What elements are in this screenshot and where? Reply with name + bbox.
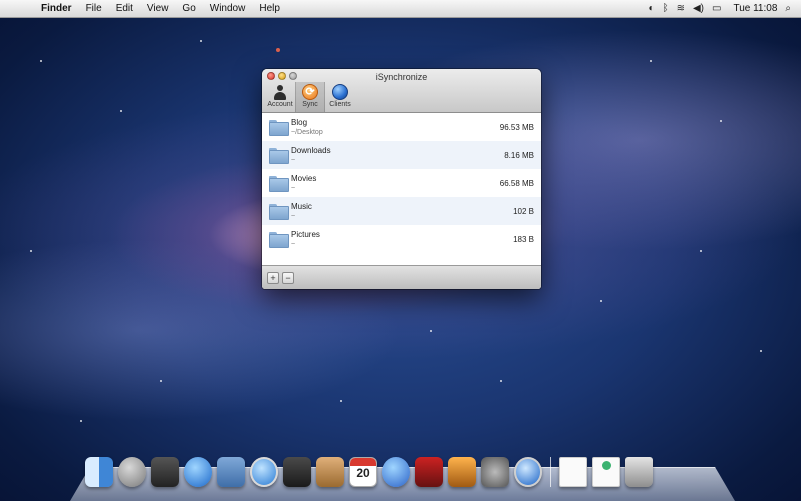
finder-icon[interactable] [85,457,113,487]
person-icon [272,84,288,100]
download-document-icon[interactable] [592,457,620,487]
mail-icon[interactable] [217,457,245,487]
toolbar-account-button[interactable]: Account [265,82,295,112]
folder-size: 102 B [513,206,534,216]
dock-icons: 20 [85,457,653,487]
list-item[interactable]: Pictures ~ 183 B [262,225,541,253]
folder-size: 96.53 MB [499,122,534,132]
folder-path: ~ [291,156,296,164]
add-folder-button[interactable]: + [267,271,279,284]
globe-icon [332,84,348,100]
window-title: iSynchronize [375,72,428,82]
menu-file[interactable]: File [79,3,109,14]
folder-icon [269,232,289,248]
itunes-icon[interactable] [382,457,410,487]
list-item[interactable]: Downloads ~ 8.16 MB [262,141,541,169]
toolbar-label: Clients [329,101,351,108]
folder-size: 183 B [513,234,534,244]
folder-path: ~ [291,212,296,220]
launchpad-icon[interactable] [118,457,146,487]
folder-path: ~ [291,184,296,192]
wifi-icon[interactable]: ≋ [677,3,685,14]
folder-icon [269,120,289,136]
menu-app-name[interactable]: Finder [34,3,79,14]
isynchronize-window: iSynchronize Account Sync Clients Blog ~… [262,69,541,289]
folder-icon [269,148,289,164]
bluetooth-icon[interactable]: ᛒ [663,3,669,14]
time-machine-icon[interactable]: ◐ [649,3,655,14]
volume-icon[interactable]: ◀) [693,3,704,14]
folder-icon [269,176,289,192]
menu-go[interactable]: Go [175,3,202,14]
bottom-bar: + − [262,265,541,289]
menu-edit[interactable]: Edit [109,3,140,14]
document-icon[interactable] [559,457,587,487]
folder-icon [269,204,289,220]
safari-icon[interactable] [250,457,278,487]
dock-separator [550,457,551,487]
toolbar-label: Sync [302,101,318,108]
battery-icon[interactable]: ▭ [712,3,721,14]
menu-view[interactable]: View [140,3,176,14]
remove-folder-button[interactable]: − [282,271,294,284]
menu-window[interactable]: Window [203,3,253,14]
menu-bar: Finder File Edit View Go Window Help ◐ ᛒ… [0,0,801,18]
system-preferences-icon[interactable] [481,457,509,487]
toolbar-sync-button[interactable]: Sync [295,82,325,112]
ical-day: 20 [356,466,370,480]
toolbar-label: Account [267,101,293,108]
app-store-icon[interactable] [184,457,212,487]
folder-list: Blog ~/Desktop 96.53 MB Downloads ~ 8.16… [262,113,541,263]
title-bar[interactable]: iSynchronize Account Sync Clients [262,69,541,113]
menu-help[interactable]: Help [252,3,287,14]
list-item[interactable]: Music ~ 102 B [262,197,541,225]
toolbar: Account Sync Clients [265,82,355,112]
mission-control-icon[interactable] [151,457,179,487]
clock[interactable]: Tue 11:08 [729,3,777,14]
menu-extras: ◐ ᛒ ≋ ◀) ▭ Tue 11:08 ⌕ [649,3,801,14]
folder-name: Pictures [291,229,320,239]
folder-size: 8.16 MB [504,150,534,160]
folder-name: Downloads [291,145,331,155]
folder-name: Music [291,201,312,211]
list-item[interactable]: Movies ~ 66.58 MB [262,169,541,197]
spotlight-search-icon[interactable]: ⌕ [785,3,791,14]
folder-name: Movies [291,173,317,183]
trash-icon[interactable] [625,457,653,487]
toolbar-clients-button[interactable]: Clients [325,82,355,112]
folder-size: 66.58 MB [499,178,534,188]
folder-path: ~/Desktop [291,128,323,136]
photo-booth-icon[interactable] [415,457,443,487]
folder-path: ~ [291,240,296,248]
quicktime-icon[interactable] [514,457,542,487]
iphoto-icon[interactable] [448,457,476,487]
facetime-icon[interactable] [283,457,311,487]
sync-icon [302,84,318,100]
address-book-icon[interactable] [316,457,344,487]
ical-icon[interactable]: 20 [349,457,377,487]
list-item[interactable]: Blog ~/Desktop 96.53 MB [262,113,541,141]
folder-name: Blog [291,117,308,127]
